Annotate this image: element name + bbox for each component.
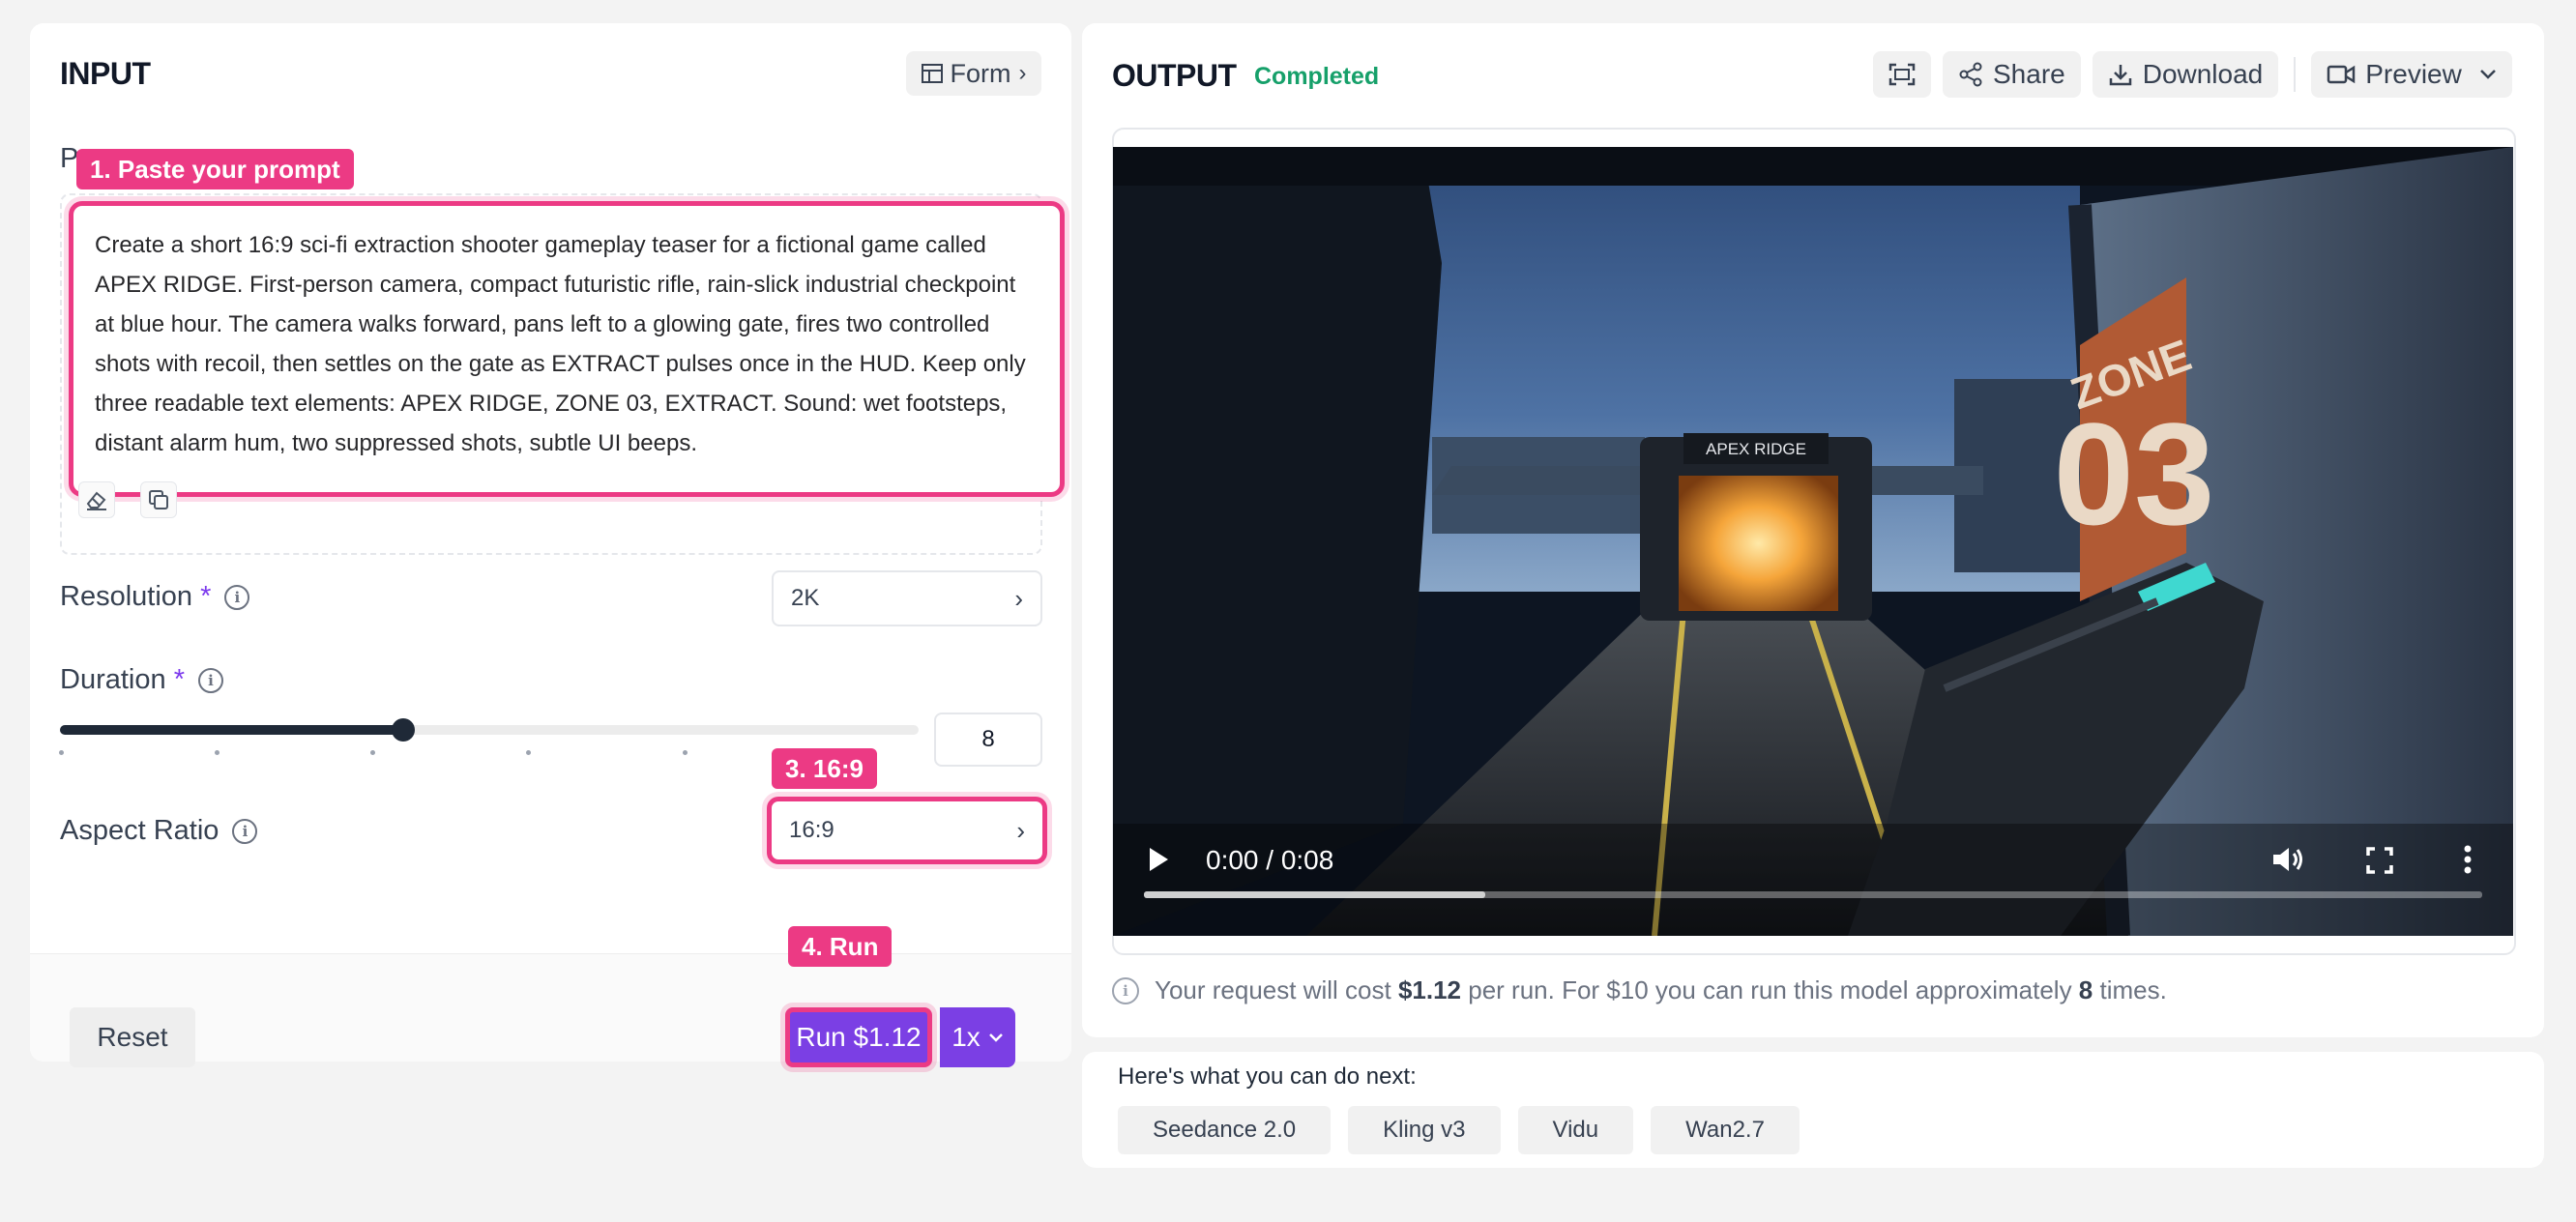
resolution-select[interactable]: 2K ›	[772, 570, 1042, 626]
model-chip-kling[interactable]: Kling v3	[1348, 1106, 1501, 1154]
cost-info: i Your request will cost $1.12 per run. …	[1112, 975, 2167, 1005]
video-time: 0:00 / 0:08	[1206, 845, 1334, 875]
output-panel: OUTPUT Completed Share Download Preview	[1082, 23, 2544, 1037]
download-icon	[2109, 65, 2131, 86]
aspect-ratio-label: Aspect Ratio i	[60, 815, 258, 847]
video-progress-bar[interactable]	[1144, 891, 2482, 898]
table-icon	[921, 64, 943, 83]
eraser-icon[interactable]	[78, 481, 115, 518]
info-icon[interactable]: i	[232, 818, 258, 844]
volume-icon[interactable]	[2271, 845, 2304, 874]
slider-tick	[59, 750, 64, 755]
sign-zone-number: 03	[2054, 393, 2215, 555]
cost-text: Your request will cost $1.12 per run. Fo…	[1155, 975, 2167, 1004]
share-button[interactable]: Share	[1943, 51, 2081, 98]
download-button[interactable]: Download	[2092, 51, 2279, 98]
resolution-label: Resolution * i	[60, 581, 250, 613]
callout-paste-prompt: 1. Paste your prompt	[76, 149, 354, 189]
share-icon	[1959, 62, 1982, 87]
duration-label: Duration * i	[60, 664, 223, 696]
form-view-button[interactable]: Form ›	[906, 51, 1041, 96]
status-badge: Completed	[1254, 63, 1380, 90]
output-title: OUTPUT	[1112, 58, 1237, 93]
duration-input[interactable]: 8	[934, 713, 1042, 767]
info-icon[interactable]: i	[224, 584, 250, 610]
prompt-textarea[interactable]: Create a short 16:9 sci-fi extraction sh…	[69, 201, 1065, 497]
duration-slider-thumb[interactable]	[392, 718, 416, 742]
slider-tick	[683, 750, 688, 755]
model-chip-seedance[interactable]: Seedance 2.0	[1118, 1106, 1332, 1154]
callout-aspect-ratio: 3. 16:9	[772, 748, 877, 789]
chevron-down-icon	[2479, 70, 2496, 79]
slider-tick	[215, 750, 220, 755]
slider-tick	[370, 750, 375, 755]
video-frame-image: APEX RIDGE ZONE 03	[1113, 147, 2513, 936]
form-label: Form	[950, 58, 1011, 88]
run-button[interactable]: Run $1.12	[785, 1007, 932, 1067]
duration-slider[interactable]	[60, 718, 919, 742]
next-steps-title: Here's what you can do next:	[1118, 1063, 1417, 1090]
video-player[interactable]: APEX RIDGE ZONE 03 0:00 / 0:08	[1113, 147, 2513, 936]
output-toolbar: Share Download Preview	[1873, 51, 2512, 98]
input-title: INPUT	[60, 56, 151, 91]
sign-apex-ridge: APEX RIDGE	[1706, 440, 1806, 458]
fullscreen-icon[interactable]	[2366, 847, 2393, 874]
input-panel: INPUT Form › P Create a short 16:9 sci-f…	[30, 23, 1071, 1067]
toolbar-divider	[2294, 57, 2297, 92]
info-icon[interactable]: i	[197, 667, 223, 693]
slider-tick	[526, 750, 531, 755]
more-options-icon[interactable]	[2463, 845, 2473, 874]
prompt-tools	[78, 481, 177, 518]
copy-icon[interactable]	[140, 481, 177, 518]
model-chip-vidu[interactable]: Vidu	[1517, 1106, 1634, 1154]
expand-icon	[1888, 63, 1916, 86]
chevron-right-icon: ›	[1016, 815, 1025, 845]
video-camera-icon	[2327, 65, 2356, 84]
chevron-right-icon: ›	[1014, 583, 1023, 613]
video-progress-fill	[1144, 891, 1485, 898]
chevron-down-icon	[988, 1033, 1003, 1042]
play-icon[interactable]	[1146, 845, 1171, 874]
fullscreen-button[interactable]	[1873, 51, 1931, 98]
model-suggestions: Seedance 2.0 Kling v3 Vidu Wan2.7	[1118, 1106, 1800, 1154]
callout-run: 4. Run	[788, 926, 893, 967]
info-icon: i	[1112, 976, 1139, 1004]
reset-button[interactable]: Reset	[70, 1007, 195, 1067]
duration-slider-fill	[60, 725, 404, 735]
next-steps-panel: Here's what you can do next: Seedance 2.…	[1082, 1052, 2544, 1168]
model-chip-wan[interactable]: Wan2.7	[1651, 1106, 1800, 1154]
preview-select[interactable]: Preview	[2311, 51, 2512, 98]
chevron-right-icon: ›	[1018, 60, 1027, 86]
run-multiplier-select[interactable]: 1x	[940, 1007, 1015, 1067]
aspect-ratio-select[interactable]: 16:9 ›	[767, 797, 1047, 864]
